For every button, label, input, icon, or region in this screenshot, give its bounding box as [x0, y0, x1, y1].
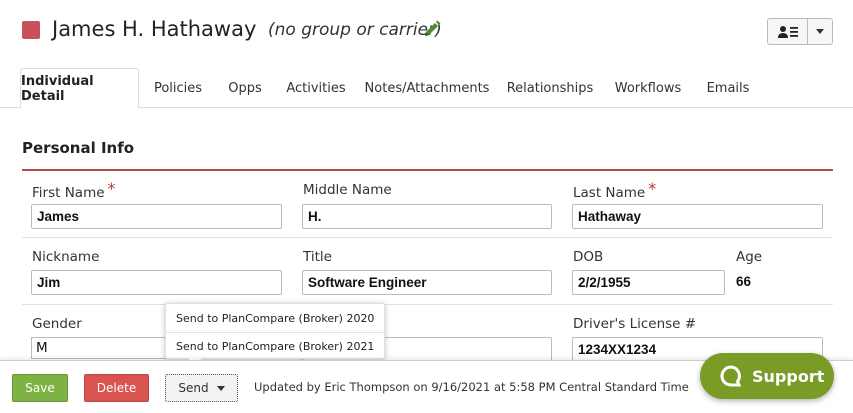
gender-label: Gender [32, 316, 82, 332]
required-marker: * [648, 179, 657, 198]
nickname-field[interactable]: Jim [31, 270, 282, 295]
age-value: 66 [736, 274, 752, 289]
send-menu-item[interactable]: Send to PlanCompare (Broker) 2021 [166, 333, 384, 360]
last-updated-text: Updated by Eric Thompson on 9/16/2021 at… [254, 380, 689, 394]
pencil-icon[interactable] [422, 19, 442, 39]
row-divider [22, 237, 833, 238]
tab-policies[interactable]: Policies [145, 68, 211, 108]
first-name-field[interactable]: James [31, 204, 282, 229]
chevron-down-icon[interactable] [808, 19, 832, 44]
dob-field[interactable]: 2/2/1955 [572, 270, 725, 295]
send-button[interactable]: Send [165, 374, 238, 402]
record-header: James H. Hathaway (no group or carrier) [0, 0, 853, 66]
tab-individual-detail[interactable]: Individual Detail [20, 68, 139, 109]
tab-emails[interactable]: Emails [700, 68, 756, 108]
send-button-label: Send [178, 381, 209, 395]
tab-activities[interactable]: Activities [280, 68, 352, 108]
page-title: James H. Hathaway [52, 17, 257, 41]
support-button[interactable]: Support [700, 353, 834, 399]
dob-label: DOB [573, 249, 604, 265]
tab-notes-attachments[interactable]: Notes/Attachments [365, 68, 490, 108]
send-menu-item[interactable]: Send to PlanCompare (Broker) 2020 [166, 305, 384, 332]
age-label: Age [736, 249, 763, 265]
first-name-label: First Name * [32, 179, 116, 201]
required-marker: * [107, 179, 116, 198]
section-divider [22, 169, 833, 171]
support-label: Support [752, 366, 825, 386]
save-button[interactable]: Save [12, 374, 68, 402]
tab-relationships[interactable]: Relationships [503, 68, 597, 108]
tab-bar: Individual Detail Policies Opps Activiti… [0, 68, 853, 109]
middle-name-field[interactable]: H. [302, 204, 552, 229]
send-dropdown-menu: Send to PlanCompare (Broker) 2020 Send t… [165, 303, 385, 365]
view-toggle-button[interactable] [767, 18, 833, 45]
group-carrier-text: (no group or carrier) [268, 20, 442, 40]
tab-opps[interactable]: Opps [220, 68, 270, 108]
title-field[interactable]: Software Engineer [302, 270, 552, 295]
caret-down-icon [216, 385, 225, 391]
section-title: Personal Info [22, 139, 135, 157]
chat-bubble-icon [720, 365, 742, 387]
title-label: Title [303, 249, 332, 265]
contact-card-icon[interactable] [768, 19, 808, 44]
last-name-field[interactable]: Hathaway [572, 204, 823, 229]
record-color-swatch [22, 21, 40, 39]
middle-name-label: Middle Name [303, 182, 392, 198]
row-divider [22, 304, 833, 305]
drivers-license-label: Driver's License # [573, 316, 697, 332]
delete-button[interactable]: Delete [84, 374, 149, 402]
nickname-label: Nickname [32, 249, 100, 265]
tab-workflows[interactable]: Workflows [609, 68, 687, 108]
gender-select[interactable]: M [31, 337, 171, 359]
last-name-label: Last Name * [573, 179, 657, 201]
